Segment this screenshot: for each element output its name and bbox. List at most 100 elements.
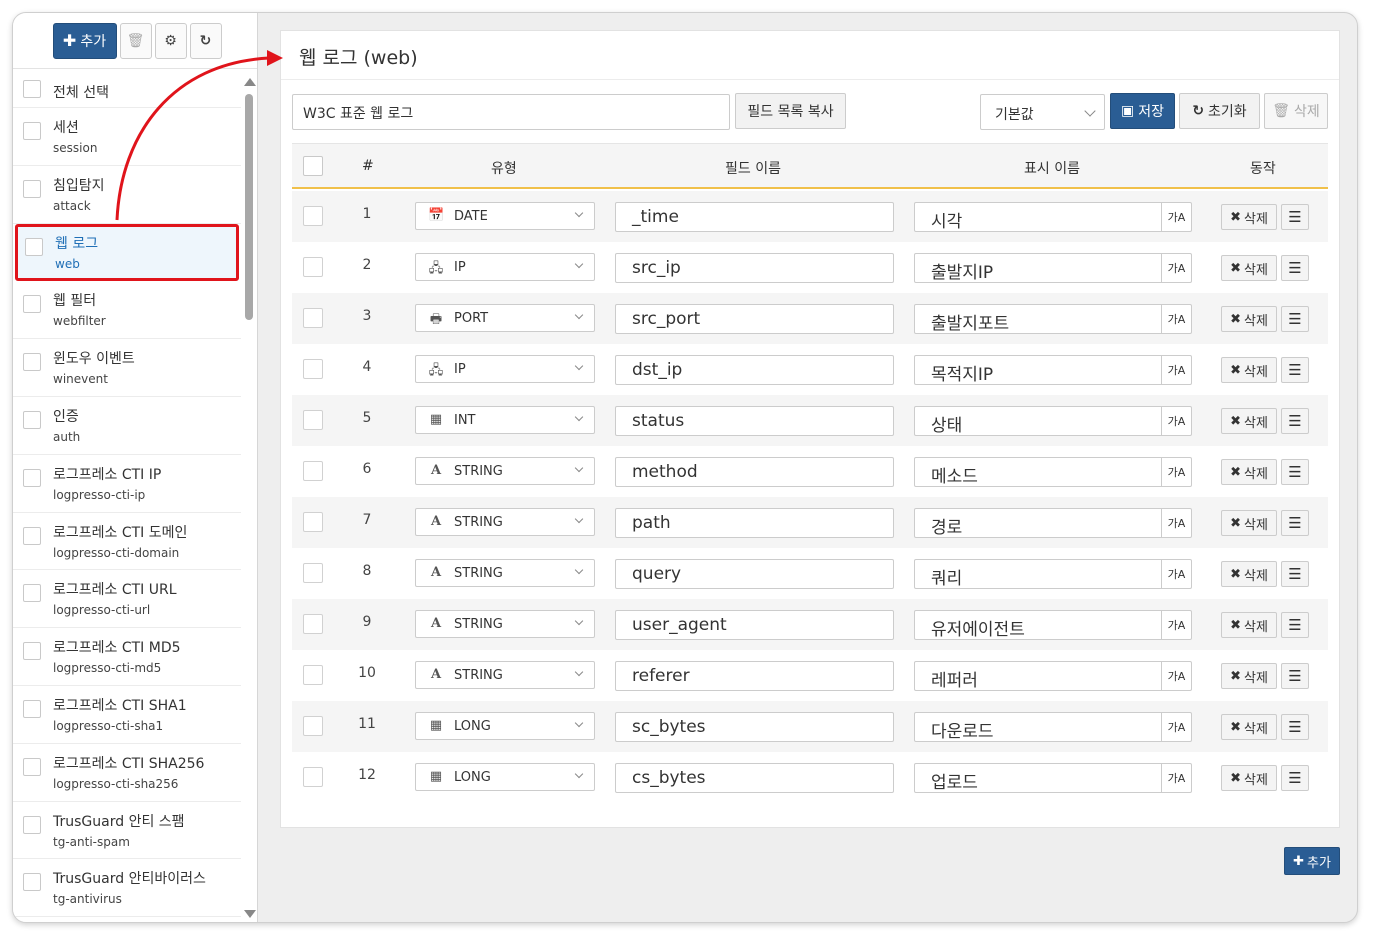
- display-name-input[interactable]: 경로: [914, 508, 1162, 538]
- row-delete-button[interactable]: ✖ 삭제: [1221, 561, 1277, 587]
- translate-button[interactable]: 가A: [1161, 559, 1192, 589]
- translate-button[interactable]: 가A: [1161, 304, 1192, 334]
- row-menu-button[interactable]: ☰: [1281, 765, 1309, 791]
- scrollbar-thumb[interactable]: [245, 94, 253, 320]
- translate-button[interactable]: 가A: [1161, 202, 1192, 232]
- field-name-input[interactable]: src_port: [615, 304, 894, 334]
- type-select[interactable]: A STRING: [415, 610, 595, 638]
- sidebar-item-checkbox[interactable]: [23, 873, 41, 892]
- display-name-input[interactable]: 유저에이전트: [914, 610, 1162, 640]
- row-checkbox[interactable]: [303, 512, 323, 532]
- sidebar-item-logpresso-cti-domain[interactable]: 로그프레소 CTI 도메인 logpresso-cti-domain: [13, 513, 241, 571]
- sidebar-item-logpresso-cti-sha256[interactable]: 로그프레소 CTI SHA256 logpresso-cti-sha256: [13, 744, 241, 802]
- translate-button[interactable]: 가A: [1161, 355, 1192, 385]
- type-select[interactable]: 🖧 IP: [415, 253, 595, 281]
- type-select[interactable]: ▦ INT: [415, 406, 595, 434]
- save-button[interactable]: ▣ 저장: [1110, 93, 1175, 129]
- field-name-input[interactable]: status: [615, 406, 894, 436]
- row-checkbox[interactable]: [303, 461, 323, 481]
- row-checkbox[interactable]: [303, 206, 323, 226]
- sidebar-item-checkbox[interactable]: [23, 179, 41, 198]
- sidebar-item-web[interactable]: 웹 로그 web: [15, 223, 239, 282]
- translate-button[interactable]: 가A: [1161, 712, 1192, 742]
- field-name-input[interactable]: referer: [615, 661, 894, 691]
- translate-button[interactable]: 가A: [1161, 661, 1192, 691]
- row-delete-button[interactable]: ✖ 삭제: [1221, 714, 1277, 740]
- row-delete-button[interactable]: ✖ 삭제: [1221, 306, 1277, 332]
- field-name-input[interactable]: method: [615, 457, 894, 487]
- row-delete-button[interactable]: ✖ 삭제: [1221, 612, 1277, 638]
- row-checkbox[interactable]: [303, 563, 323, 583]
- sidebar-item-checkbox[interactable]: [23, 584, 41, 603]
- type-select[interactable]: A STRING: [415, 457, 595, 485]
- sidebar-item-session[interactable]: 세션 session: [13, 108, 241, 166]
- field-name-input[interactable]: dst_ip: [615, 355, 894, 385]
- row-delete-button[interactable]: ✖ 삭제: [1221, 459, 1277, 485]
- sidebar-item-checkbox[interactable]: [25, 237, 43, 256]
- sidebar-item-logpresso-cti-url[interactable]: 로그프레소 CTI URL logpresso-cti-url: [13, 570, 241, 629]
- type-select[interactable]: 📅 DATE: [415, 202, 595, 230]
- field-name-input[interactable]: query: [615, 559, 894, 589]
- row-menu-button[interactable]: ☰: [1281, 459, 1309, 485]
- row-menu-button[interactable]: ☰: [1281, 408, 1309, 434]
- sidebar-item-checkbox[interactable]: [23, 815, 41, 834]
- sidebar-item-logpresso-cti-sha1[interactable]: 로그프레소 CTI SHA1 logpresso-cti-sha1: [13, 686, 241, 744]
- field-name-input[interactable]: cs_bytes: [615, 763, 894, 793]
- display-name-input[interactable]: 업로드: [914, 763, 1162, 793]
- row-delete-button[interactable]: ✖ 삭제: [1221, 204, 1277, 230]
- sidebar-item-checkbox[interactable]: [23, 526, 41, 545]
- sidebar-item-webfilter[interactable]: 웹 필터 webfilter: [13, 281, 241, 340]
- row-delete-button[interactable]: ✖ 삭제: [1221, 510, 1277, 536]
- type-select[interactable]: ▦ LONG: [415, 712, 595, 740]
- scroll-up-arrow-icon[interactable]: [244, 78, 256, 86]
- translate-button[interactable]: 가A: [1161, 610, 1192, 640]
- row-delete-button[interactable]: ✖ 삭제: [1221, 765, 1277, 791]
- select-all-checkbox[interactable]: [23, 80, 41, 98]
- row-checkbox[interactable]: [303, 257, 323, 277]
- sidebar-item-checkbox[interactable]: [23, 468, 41, 487]
- display-name-input[interactable]: 출발지포트: [914, 304, 1162, 334]
- display-name-input[interactable]: 상태: [914, 406, 1162, 436]
- sidebar-item-tg-antivirus[interactable]: TrusGuard 안티바이러스 tg-antivirus: [13, 859, 241, 918]
- display-name-input[interactable]: 다운로드: [914, 712, 1162, 742]
- field-name-input[interactable]: src_ip: [615, 253, 894, 283]
- scroll-down-arrow-icon[interactable]: [244, 910, 256, 918]
- copy-fields-button[interactable]: 필드 목록 복사: [735, 93, 846, 129]
- row-checkbox[interactable]: [303, 665, 323, 685]
- row-checkbox[interactable]: [303, 410, 323, 430]
- sidebar-item-tg-anti-spam[interactable]: TrusGuard 안티 스팸 tg-anti-spam: [13, 802, 241, 860]
- refresh-button[interactable]: ↻: [189, 22, 222, 59]
- add-button[interactable]: ✚ 추가: [52, 22, 117, 59]
- display-name-input[interactable]: 출발지IP: [914, 253, 1162, 283]
- row-checkbox[interactable]: [303, 308, 323, 328]
- row-checkbox[interactable]: [303, 614, 323, 634]
- sidebar-scrollbar[interactable]: [243, 70, 256, 922]
- row-delete-button[interactable]: ✖ 삭제: [1221, 408, 1277, 434]
- sidebar-item-checkbox[interactable]: [23, 122, 41, 140]
- default-select[interactable]: 기본값: [980, 94, 1105, 130]
- translate-button[interactable]: 가A: [1161, 763, 1192, 793]
- field-name-input[interactable]: path: [615, 508, 894, 538]
- display-name-input[interactable]: 시각: [914, 202, 1162, 232]
- type-select[interactable]: 🖧 IP: [415, 355, 595, 383]
- sidebar-item-logpresso-cti-md5[interactable]: 로그프레소 CTI MD5 logpresso-cti-md5: [13, 628, 241, 686]
- description-input[interactable]: W3C 표준 웹 로그: [292, 94, 730, 130]
- row-menu-button[interactable]: ☰: [1281, 714, 1309, 740]
- sidebar-item-checkbox[interactable]: [23, 353, 41, 372]
- sidebar-item-checkbox[interactable]: [23, 410, 41, 429]
- row-menu-button[interactable]: ☰: [1281, 510, 1309, 536]
- type-select[interactable]: A STRING: [415, 661, 595, 689]
- row-menu-button[interactable]: ☰: [1281, 204, 1309, 230]
- sidebar-item-auth[interactable]: 인증 auth: [13, 397, 241, 455]
- type-select[interactable]: ▦ LONG: [415, 763, 595, 791]
- row-menu-button[interactable]: ☰: [1281, 357, 1309, 383]
- row-checkbox[interactable]: [303, 716, 323, 736]
- translate-button[interactable]: 가A: [1161, 253, 1192, 283]
- delete-button[interactable]: 🗑 삭제: [1264, 93, 1328, 129]
- type-select[interactable]: 🖶 PORT: [415, 304, 595, 332]
- display-name-input[interactable]: 레퍼러: [914, 661, 1162, 691]
- reset-button[interactable]: ↻ 초기화: [1179, 93, 1260, 129]
- add-field-button[interactable]: ✚ 추가: [1284, 847, 1340, 875]
- field-name-input[interactable]: _time: [615, 202, 894, 232]
- row-delete-button[interactable]: ✖ 삭제: [1221, 357, 1277, 383]
